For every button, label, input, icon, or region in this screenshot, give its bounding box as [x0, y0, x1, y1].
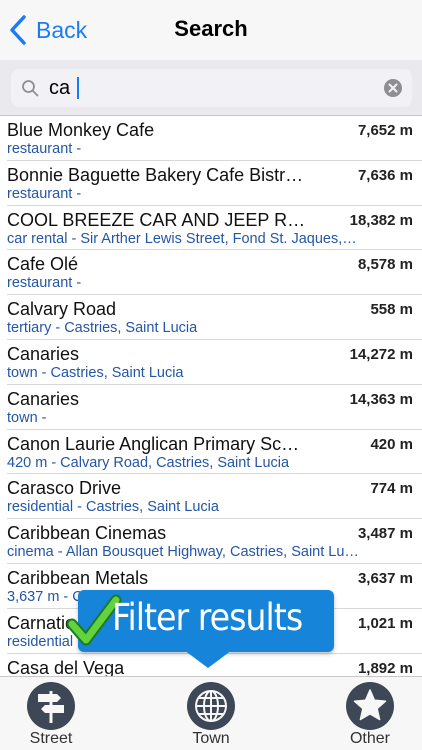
tab-label: Street [29, 730, 73, 747]
list-item[interactable]: Bonnie Baguette Bakery Cafe Bistr… 7,636… [7, 161, 422, 206]
page-title: Search [174, 16, 248, 41]
result-distance: 1,892 m [357, 659, 413, 676]
signpost-icon [27, 682, 75, 730]
result-distance: 420 m [370, 435, 413, 453]
tooltip-arrow [184, 650, 232, 668]
list-item[interactable]: Caribbean Cinemas 3,487 m cinema - Allan… [7, 519, 422, 564]
text-cursor [77, 77, 79, 99]
result-subtitle: 420 m - Calvary Road, Castries, Saint Lu… [7, 454, 290, 471]
navigation-bar: Back Search [0, 0, 422, 60]
search-bar [0, 60, 422, 116]
result-subtitle: restaurant - [7, 141, 82, 157]
list-item[interactable]: COOL BREEZE CAR AND JEEP R… 18,382 m car… [7, 206, 422, 251]
list-item[interactable]: Canon Laurie Anglican Primary Sc… 420 m … [7, 430, 422, 475]
list-item[interactable]: Carasco Drive 774 m residential - Castri… [7, 474, 422, 520]
result-title: Calvary Road [7, 299, 117, 320]
result-subtitle: car rental - Sir Arther Lewis Street, Fo… [7, 230, 357, 247]
result-subtitle: residential - Castries, Saint Lucia [7, 499, 219, 516]
result-title: Blue Monkey Cafe [7, 120, 155, 140]
result-title: Caribbean Cinemas [7, 523, 167, 544]
search-field[interactable] [11, 69, 412, 107]
tooltip-text: Filter results [112, 596, 303, 639]
search-icon [22, 80, 39, 97]
result-distance: 3,487 m [357, 525, 413, 543]
result-distance: 3,637 m [357, 569, 413, 587]
star-icon [346, 682, 394, 730]
result-distance: 8,578 m [357, 256, 413, 274]
result-title: Caribbean Metals [7, 567, 149, 588]
result-distance: 774 m [370, 480, 413, 498]
result-distance: 14,363 m [349, 390, 413, 408]
result-distance: 7,652 m [357, 122, 413, 139]
result-subtitle: cinema - Allan Bousquet Highway, Castrie… [7, 544, 359, 561]
list-item[interactable]: Cafe Olé 8,578 m restaurant - [7, 250, 422, 296]
result-title: Carasco Drive [7, 478, 122, 499]
result-title: Cafe Olé [7, 254, 79, 275]
result-title: Canaries [7, 388, 80, 409]
result-title: COOL BREEZE CAR AND JEEP R… [7, 209, 306, 230]
result-title: Bonnie Baguette Bakery Cafe Bistr… [7, 164, 304, 185]
tab-label: Other [349, 730, 390, 747]
list-item[interactable]: Blue Monkey Cafe 7,652 m restaurant - [7, 116, 422, 161]
result-distance: 7,636 m [357, 166, 413, 184]
result-subtitle: restaurant - [7, 275, 82, 292]
result-subtitle: town - Castries, Saint Lucia [7, 364, 184, 381]
result-distance: 18,382 m [349, 211, 413, 229]
result-title: Casa del Vega [7, 657, 125, 676]
tab-street[interactable]: Street [1, 677, 101, 750]
result-distance: 14,272 m [349, 345, 413, 363]
tab-town[interactable]: Town [161, 677, 261, 750]
list-item[interactable]: Calvary Road 558 m tertiary - Castries, … [7, 295, 422, 340]
result-distance: 558 m [370, 301, 413, 319]
globe-icon [187, 682, 235, 730]
tab-label: Town [192, 730, 230, 747]
list-item[interactable]: Canaries 14,272 m town - Castries, Saint… [7, 340, 422, 385]
tab-other[interactable]: Other [320, 677, 420, 750]
tab-bar: Street Town Other [0, 676, 422, 750]
result-subtitle: tertiary - Castries, Saint Lucia [7, 320, 198, 337]
result-distance: 1,021 m [357, 614, 413, 632]
search-input[interactable] [49, 73, 369, 103]
result-title: Canon Laurie Anglican Primary Sc… [7, 433, 300, 454]
result-title: Canaries [7, 343, 80, 364]
result-subtitle: town - [7, 409, 47, 426]
clear-icon[interactable] [384, 79, 402, 97]
result-subtitle: restaurant - [7, 185, 82, 202]
list-item[interactable]: Canaries 14,363 m town - [7, 385, 422, 430]
